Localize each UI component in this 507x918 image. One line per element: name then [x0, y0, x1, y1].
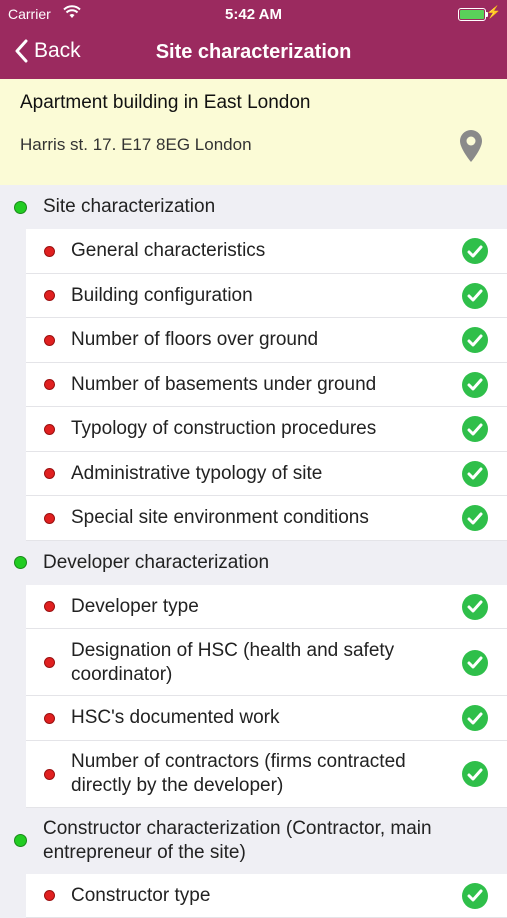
checklist-item[interactable]: Special site environment conditions	[26, 496, 507, 541]
item-label: Developer type	[71, 595, 462, 619]
checkmark-icon[interactable]	[462, 327, 488, 353]
clock: 5:42 AM	[0, 6, 507, 23]
section-label: Site characterization	[43, 195, 507, 219]
item-label: Administrative typology of site	[71, 462, 462, 486]
site-address: Harris st. 17. E17 8EG London	[20, 135, 252, 155]
section-label: Constructor characterization (Contractor…	[43, 817, 507, 865]
item-status-dot	[44, 335, 55, 346]
checklist-item[interactable]: HSC's documented work	[26, 696, 507, 741]
checkmark-icon[interactable]	[462, 372, 488, 398]
site-header: Apartment building in East London Harris…	[0, 79, 507, 185]
section-header: Site characterization	[0, 185, 507, 229]
item-label: General characteristics	[71, 239, 462, 263]
checkmark-icon[interactable]	[462, 761, 488, 787]
section-status-dot	[14, 201, 27, 214]
item-status-dot	[44, 513, 55, 524]
checklist-item[interactable]: Constructor type	[26, 874, 507, 918]
item-label: Typology of construction procedures	[71, 417, 462, 441]
navigation-bar: Back Site characterization	[0, 28, 507, 79]
checkmark-icon[interactable]	[462, 505, 488, 531]
checklist-item[interactable]: Developer type	[26, 585, 507, 630]
item-status-dot	[44, 468, 55, 479]
map-pin-icon[interactable]	[459, 129, 483, 168]
battery-icon	[458, 8, 486, 21]
checklist-item[interactable]: Number of contractors (firms contracted …	[26, 741, 507, 808]
site-name: Apartment building in East London	[20, 92, 310, 114]
checkmark-icon[interactable]	[462, 650, 488, 676]
item-label: Designation of HSC (health and safety co…	[71, 639, 462, 687]
item-status-dot	[44, 290, 55, 301]
item-label: Number of basements under ground	[71, 373, 462, 397]
section-header: Constructor characterization (Contractor…	[0, 808, 507, 874]
item-status-dot	[44, 713, 55, 724]
checklist-item[interactable]: Building configuration	[26, 274, 507, 319]
section-status-dot	[14, 556, 27, 569]
item-label: Number of floors over ground	[71, 328, 462, 352]
checkmark-icon[interactable]	[462, 238, 488, 264]
checkmark-icon[interactable]	[462, 461, 488, 487]
checklist-item[interactable]: Designation of HSC (health and safety co…	[26, 629, 507, 696]
page-title: Site characterization	[0, 41, 507, 64]
item-status-dot	[44, 769, 55, 780]
checklist-item[interactable]: Typology of construction procedures	[26, 407, 507, 452]
checklist-item[interactable]: General characteristics	[26, 229, 507, 274]
section-label: Developer characterization	[43, 551, 507, 575]
section-status-dot	[14, 834, 27, 847]
checklist: Site characterization General characteris…	[0, 185, 507, 918]
section-header: Developer characterization	[0, 541, 507, 585]
checkmark-icon[interactable]	[462, 705, 488, 731]
item-status-dot	[44, 601, 55, 612]
checkmark-icon[interactable]	[462, 594, 488, 620]
checkmark-icon[interactable]	[462, 883, 488, 909]
item-label: HSC's documented work	[71, 706, 462, 730]
item-label: Constructor type	[71, 884, 462, 908]
status-bar: Carrier 5:42 AM ⚡	[0, 0, 507, 28]
item-status-dot	[44, 657, 55, 668]
item-status-dot	[44, 246, 55, 257]
checklist-item[interactable]: Administrative typology of site	[26, 452, 507, 497]
item-label: Building configuration	[71, 284, 462, 308]
checklist-item[interactable]: Number of basements under ground	[26, 363, 507, 408]
item-status-dot	[44, 424, 55, 435]
item-status-dot	[44, 379, 55, 390]
item-label: Special site environment conditions	[71, 506, 462, 530]
charging-icon: ⚡	[486, 5, 501, 19]
checkmark-icon[interactable]	[462, 283, 488, 309]
checklist-item[interactable]: Number of floors over ground	[26, 318, 507, 363]
checkmark-icon[interactable]	[462, 416, 488, 442]
item-label: Number of contractors (firms contracted …	[71, 750, 462, 798]
